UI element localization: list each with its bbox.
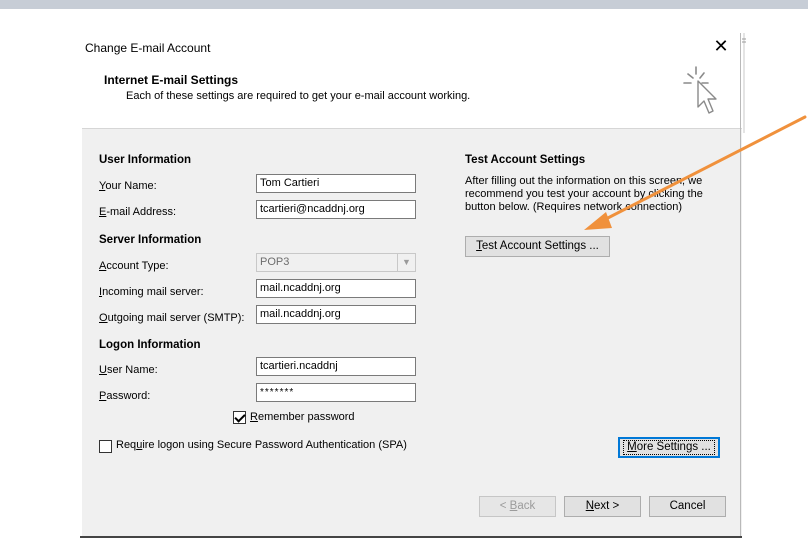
more-settings-button[interactable]: More Settings ... <box>618 437 720 458</box>
outgoing-server-label: Outgoing mail server (SMTP): <box>99 312 245 324</box>
incoming-server-input[interactable]: mail.ncaddnj.org <box>256 279 416 298</box>
your-name-label: Your Name: <box>99 180 157 192</box>
back-button[interactable]: < Back <box>479 496 556 517</box>
password-label: Password: <box>99 390 151 402</box>
account-type-label: Account Type: <box>99 260 169 272</box>
top-bar <box>0 0 808 9</box>
user-name-label: User Name: <box>99 364 158 376</box>
email-address-input[interactable]: tcartieri@ncaddnj.org <box>256 200 416 219</box>
logon-information-heading: Logon Information <box>99 339 201 351</box>
test-account-settings-button[interactable]: Test Account Settings ... <box>465 236 610 257</box>
cancel-button[interactable]: Cancel <box>649 496 726 517</box>
your-name-input[interactable]: Tom Cartieri <box>256 174 416 193</box>
cursor-sparkle-icon <box>683 66 717 114</box>
outgoing-server-input[interactable]: mail.ncaddnj.org <box>256 305 416 324</box>
header-subtitle: Each of these settings are required to g… <box>126 90 471 102</box>
spa-checkbox[interactable] <box>99 440 112 453</box>
chevron-down-icon: ▼ <box>397 254 415 271</box>
test-account-description: After filling out the information on thi… <box>465 175 703 213</box>
close-icon[interactable]: ✕ <box>710 35 732 57</box>
remember-password-checkbox[interactable] <box>233 411 246 424</box>
button-bar <box>82 484 742 537</box>
server-information-heading: Server Information <box>99 234 202 246</box>
user-information-heading: User Information <box>99 154 192 166</box>
incoming-server-label: Incoming mail server: <box>99 286 204 298</box>
dialog-bottom-line <box>80 536 742 538</box>
password-input[interactable]: ******* <box>256 383 416 402</box>
remember-password-label: Remember password <box>250 411 355 423</box>
next-button[interactable]: Next > <box>564 496 641 517</box>
account-type-select[interactable]: POP3 ▼ <box>256 253 416 272</box>
test-account-settings-heading: Test Account Settings <box>465 154 586 166</box>
account-type-value: POP3 <box>260 256 290 268</box>
spa-label: Require logon using Secure Password Auth… <box>116 439 407 451</box>
scrollbar-edge <box>742 33 746 133</box>
header-title: Internet E-mail Settings <box>104 73 239 87</box>
user-name-input[interactable]: tcartieri.ncaddnj <box>256 357 416 376</box>
email-address-label: E-mail Address: <box>99 206 177 218</box>
dialog-title: Change E-mail Account <box>85 41 211 55</box>
